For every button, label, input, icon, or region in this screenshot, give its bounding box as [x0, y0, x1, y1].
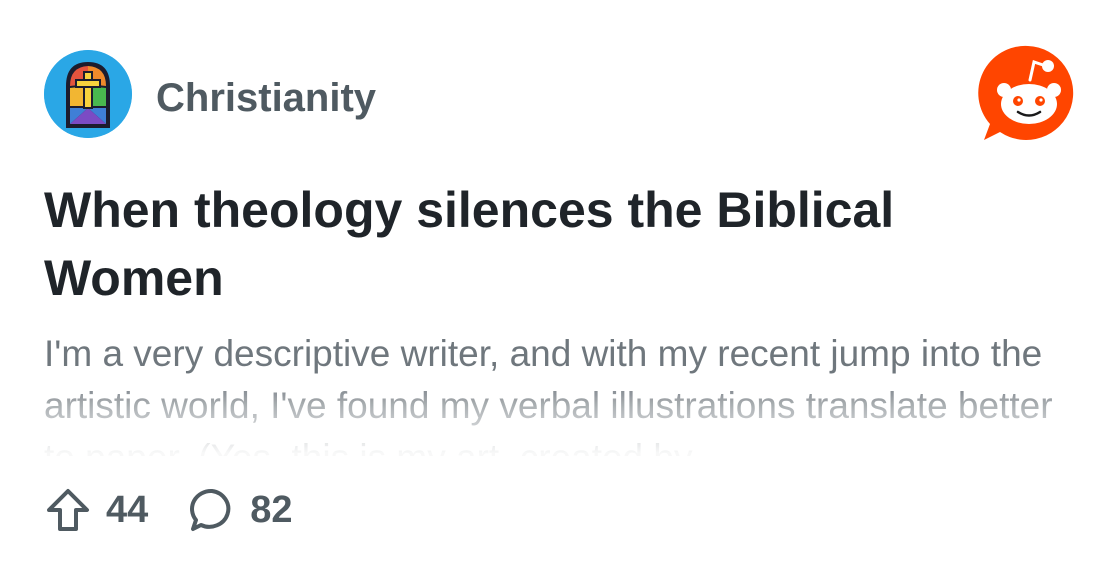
reddit-logo[interactable] — [978, 44, 1078, 144]
post-stats: 44 82 — [44, 484, 293, 536]
reddit-snoo-logo — [978, 45, 1074, 140]
stained-glass-cross-icon — [44, 50, 132, 138]
community-avatar[interactable] — [44, 50, 132, 138]
upvote-arrow-icon[interactable] — [44, 486, 92, 534]
upvote-stat[interactable]: 44 — [44, 486, 148, 534]
post-title[interactable]: When theology silences the Biblical Wome… — [44, 176, 1054, 312]
comment-stat[interactable]: 82 — [188, 486, 293, 534]
post-card[interactable]: Christianity When theology silences the … — [0, 0, 1120, 584]
upvote-count: 44 — [106, 489, 149, 531]
post-excerpt: I'm a very descriptive writer, and with … — [44, 333, 1053, 456]
community-name[interactable]: Christianity — [156, 74, 376, 122]
post-excerpt-container: I'm a very descriptive writer, and with … — [44, 328, 1084, 456]
comment-count: 82 — [250, 489, 293, 531]
comment-bubble-icon[interactable] — [188, 486, 236, 534]
